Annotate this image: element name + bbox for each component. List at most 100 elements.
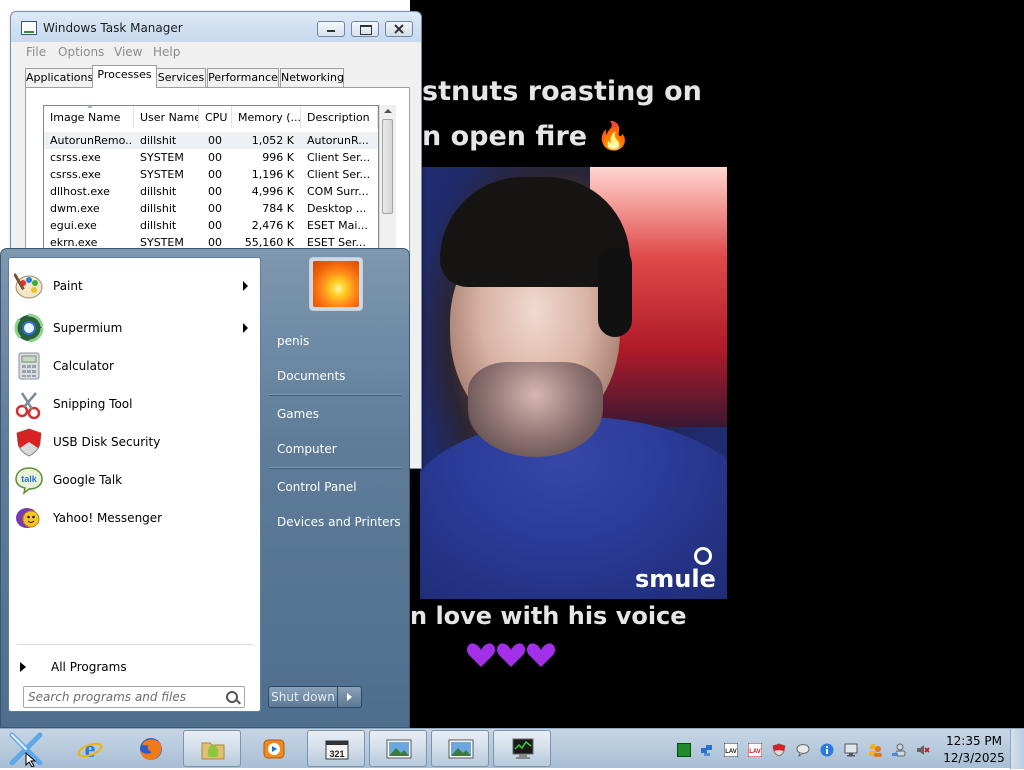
minimize-button[interactable] — [317, 21, 345, 37]
column-image-name[interactable]: Image Name — [44, 106, 134, 128]
start-orb-icon — [9, 732, 43, 768]
clock-time[interactable]: 12:35 PM — [940, 734, 1008, 748]
media-player-icon — [263, 739, 285, 759]
search-icon[interactable] — [226, 691, 238, 703]
internet-explorer-icon: e — [77, 737, 103, 761]
table-row[interactable]: egui.exe dillshit 00 2,476 K ESET Mai... — [44, 217, 378, 234]
shutdown-button[interactable]: Shut down — [268, 686, 338, 708]
column-user-name[interactable]: User Name — [134, 106, 199, 128]
tab-services[interactable]: Services — [156, 68, 206, 87]
sm-link-user[interactable]: penis — [277, 334, 309, 348]
shield-icon[interactable] — [772, 743, 786, 757]
network-icon[interactable] — [700, 743, 714, 757]
task-manager-icon — [512, 738, 534, 759]
lav-video-icon[interactable]: LAV — [748, 743, 762, 757]
tab-processes[interactable]: Processes — [92, 65, 157, 88]
sm-link-games[interactable]: Games — [277, 407, 319, 421]
taskbar-internet-explorer[interactable]: e — [60, 730, 118, 767]
info-icon[interactable] — [820, 743, 834, 757]
cell-image: egui.exe — [50, 219, 97, 232]
svg-text:e: e — [85, 737, 96, 761]
close-button[interactable] — [385, 21, 413, 37]
table-row[interactable]: dllhost.exe dillshit 00 4,996 K COM Surr… — [44, 183, 378, 200]
clock-date[interactable]: 12/3/2025 — [940, 751, 1008, 765]
people-icon[interactable] — [868, 743, 882, 757]
cell-cpu: 00 — [208, 202, 222, 215]
menu-view[interactable]: View — [114, 45, 142, 59]
caption-line-3: n love with his voice — [410, 602, 687, 630]
search-box[interactable] — [23, 686, 245, 708]
all-programs-button[interactable]: All Programs — [10, 654, 258, 680]
sm-link-control-panel[interactable]: Control Panel — [277, 480, 357, 494]
menu-help[interactable]: Help — [153, 45, 180, 59]
smule-logo-icon — [694, 547, 712, 565]
video-player: stnuts roasting on n open fire 🔥 smule n… — [410, 0, 1024, 728]
show-desktop-button[interactable] — [1010, 729, 1024, 769]
program-yahoo-messenger[interactable]: Yahoo! Messenger — [10, 500, 258, 536]
video-frame: smule — [420, 167, 727, 599]
tab-performance[interactable]: Performance — [207, 68, 279, 87]
cell-image: AutorunRemo... — [50, 134, 132, 147]
column-description[interactable]: Description — [301, 106, 378, 128]
picture-viewer-icon — [386, 739, 412, 759]
monitor-icon[interactable] — [844, 743, 858, 757]
cell-memory: 2,476 K — [251, 219, 294, 232]
taskbar-media-player-classic[interactable]: 321 — [307, 730, 365, 767]
flower-picture — [313, 261, 359, 307]
start-button[interactable] — [6, 731, 46, 768]
program-label: Calculator — [53, 359, 114, 373]
program-calculator[interactable]: Calculator — [10, 348, 258, 384]
scroll-thumb[interactable] — [382, 119, 393, 214]
cell-cpu: 00 — [208, 185, 222, 198]
calculator-icon — [18, 352, 40, 380]
cell-user: SYSTEM — [140, 151, 184, 164]
chat-bubble-icon[interactable] — [796, 743, 810, 757]
cell-memory: 996 K — [262, 151, 294, 164]
sm-link-documents[interactable]: Documents — [277, 369, 345, 383]
user-picture[interactable] — [309, 257, 363, 311]
tab-applications[interactable]: Applications — [25, 68, 93, 87]
program-usb-disk-security[interactable]: USB Disk Security — [10, 424, 258, 460]
maximize-button[interactable] — [351, 21, 379, 37]
column-cpu[interactable]: CPU — [199, 106, 232, 128]
purple-heart-icon — [496, 643, 526, 667]
sm-link-devices-printers[interactable]: Devices and Printers — [277, 515, 401, 529]
taskbar-task-manager[interactable] — [493, 730, 551, 767]
menu-options[interactable]: Options — [58, 45, 104, 59]
taskbar-firefox[interactable] — [121, 730, 179, 767]
task-manager-icon — [21, 21, 37, 35]
lav-audio-icon[interactable]: LAV — [724, 743, 738, 757]
program-supermium[interactable]: Supermium — [10, 310, 258, 346]
column-memory[interactable]: Memory (... — [232, 106, 301, 128]
svg-text:LAV: LAV — [749, 749, 761, 755]
menu-file[interactable]: File — [26, 45, 46, 59]
caption-line-2: n open fire 🔥 — [422, 121, 631, 152]
program-google-talk[interactable]: talk Google Talk — [10, 462, 258, 498]
cell-image: csrss.exe — [50, 151, 101, 164]
table-row[interactable]: csrss.exe SYSTEM 00 996 K Client Ser... — [44, 149, 378, 166]
tab-networking[interactable]: Networking — [280, 68, 344, 87]
green-square-icon[interactable] — [677, 743, 691, 757]
shutdown-options-button[interactable] — [338, 686, 362, 708]
program-label: USB Disk Security — [53, 435, 161, 449]
title-bar[interactable]: Windows Task Manager — [11, 12, 421, 42]
sm-link-computer[interactable]: Computer — [277, 442, 337, 456]
scroll-up-icon[interactable] — [384, 109, 392, 113]
taskbar-picture-viewer[interactable] — [431, 730, 489, 767]
taskbar-media-player[interactable] — [244, 730, 302, 767]
taskbar-picture-viewer[interactable] — [369, 730, 427, 767]
taskbar-android-folder[interactable] — [183, 730, 241, 767]
search-input[interactable] — [28, 689, 218, 705]
media-player-classic-icon: 321 — [325, 740, 349, 760]
table-row[interactable]: AutorunRemo... dillshit 00 1,052 K Autor… — [44, 132, 378, 149]
shield-icon — [16, 428, 42, 457]
network-users-icon[interactable] — [892, 743, 906, 757]
program-label: Supermium — [53, 321, 123, 335]
table-row[interactable]: csrss.exe SYSTEM 00 1,196 K Client Ser..… — [44, 166, 378, 183]
program-snipping-tool[interactable]: Snipping Tool — [10, 386, 258, 422]
cell-image: csrss.exe — [50, 168, 101, 181]
table-row[interactable]: dwm.exe dillshit 00 784 K Desktop ... — [44, 200, 378, 217]
volume-muted-icon[interactable] — [916, 743, 930, 757]
program-label: Google Talk — [53, 473, 123, 487]
program-paint[interactable]: Paint — [10, 268, 258, 304]
